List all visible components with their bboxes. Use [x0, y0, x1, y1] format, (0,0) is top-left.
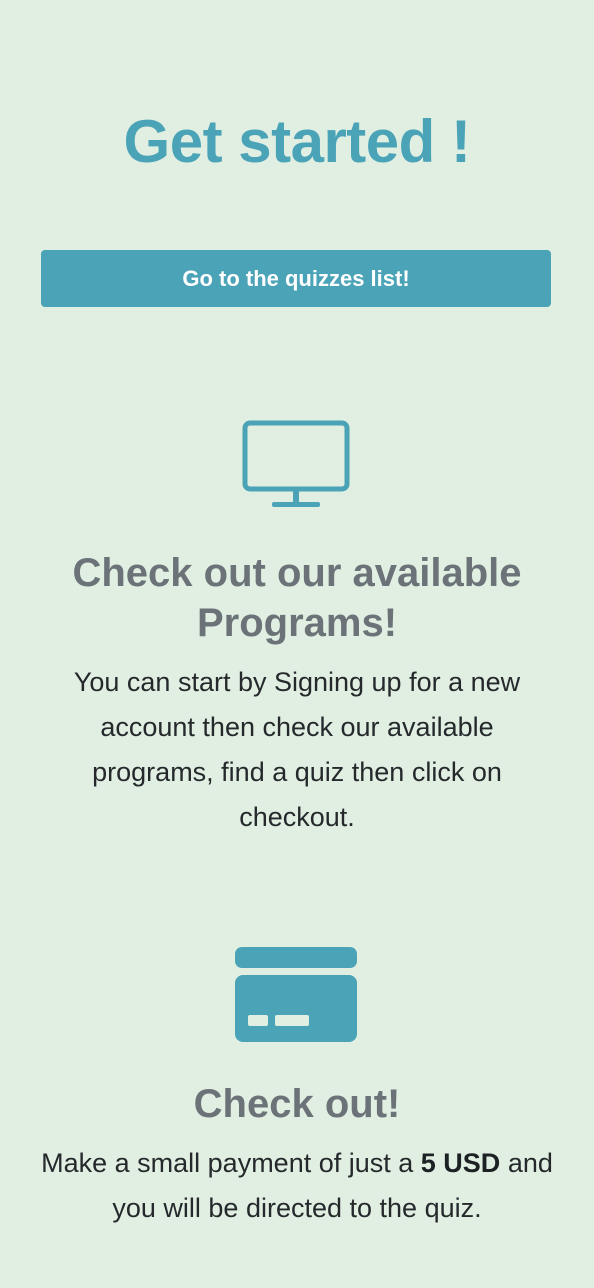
price-highlight: 5 USD: [420, 1148, 501, 1178]
checkout-description: Make a small payment of just a 5 USD and…: [40, 1141, 554, 1231]
page-title: Get started !: [123, 108, 471, 175]
checkout-description-start: Make a small payment of just a: [41, 1148, 421, 1178]
checkout-heading: Check out!: [193, 1082, 401, 1126]
page: Get started ! Go to the quizzes list! Ch…: [0, 0, 594, 1288]
go-to-quizzes-button[interactable]: Go to the quizzes list!: [41, 250, 551, 307]
programs-heading: Check out our available Programs!: [72, 551, 522, 645]
programs-description: You can start by Signing up for a new ac…: [73, 667, 521, 832]
credit-card-icon: [235, 947, 357, 1042]
monitor-icon: [242, 420, 350, 507]
